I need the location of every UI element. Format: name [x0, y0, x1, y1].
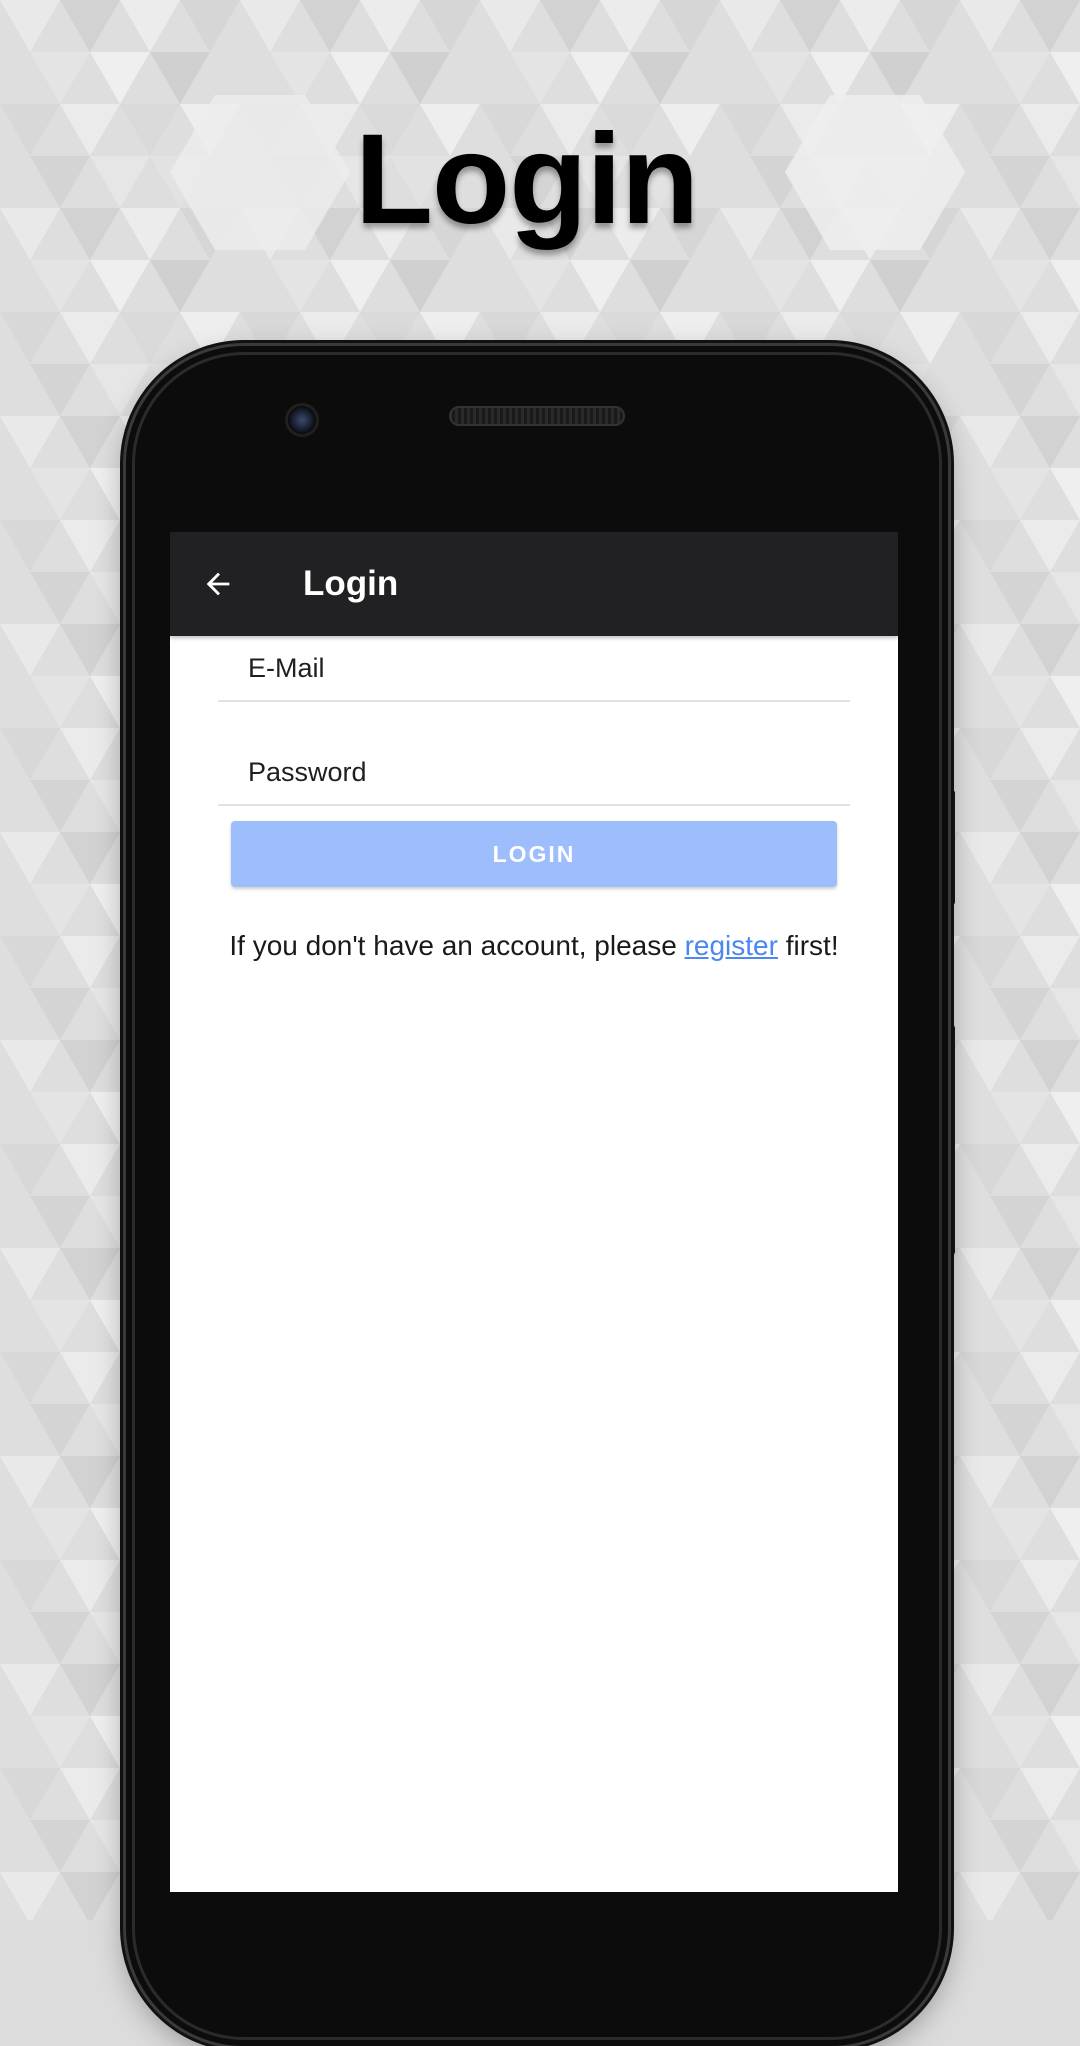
register-prompt-after: first!	[777, 930, 839, 961]
email-input[interactable]	[248, 646, 838, 690]
login-button[interactable]: LOGIN	[231, 821, 837, 887]
page-headline: Login	[354, 108, 699, 251]
register-link[interactable]: register	[685, 930, 778, 961]
front-camera	[288, 406, 316, 434]
password-input[interactable]	[248, 750, 838, 794]
earpiece-speaker	[449, 406, 625, 426]
app-screen: Login LOGIN If you don't have an account…	[170, 532, 898, 1892]
app-bar-title: Login	[303, 564, 399, 603]
password-field	[218, 734, 850, 806]
register-prompt-before: If you don't have an account, please	[229, 930, 685, 961]
phone-frame: Login LOGIN If you don't have an account…	[126, 346, 948, 2046]
arrow-left-icon	[206, 572, 230, 596]
app-bar: Login	[170, 532, 898, 636]
register-prompt: If you don't have an account, please reg…	[170, 930, 898, 962]
back-button[interactable]	[194, 560, 242, 608]
email-field	[218, 630, 850, 702]
